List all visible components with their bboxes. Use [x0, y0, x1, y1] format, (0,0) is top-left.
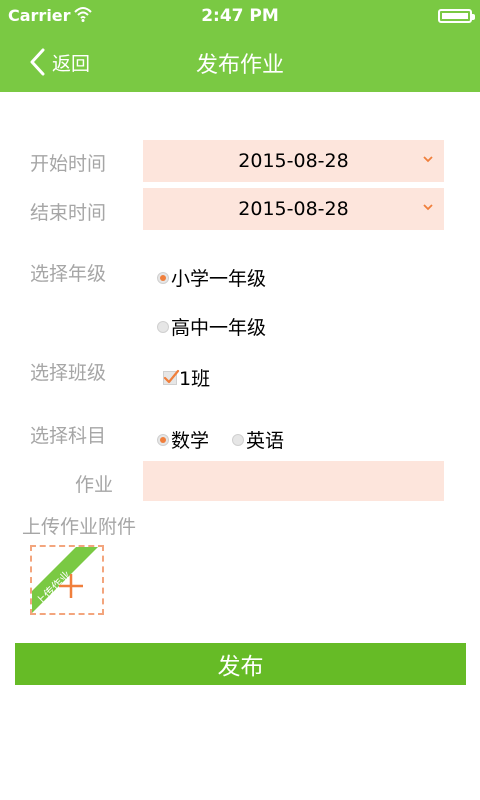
start-time-select[interactable]: 2015-08-28	[143, 140, 444, 182]
check-icon	[163, 369, 180, 383]
class-label: 选择班级	[30, 362, 107, 384]
class-option-1[interactable]: 1班	[163, 364, 210, 391]
grade-option-label: 小学一年级	[171, 268, 267, 290]
homework-input[interactable]	[143, 461, 444, 501]
status-time: 2:47 PM	[201, 6, 279, 26]
subject-label: 选择科目	[30, 425, 107, 447]
start-time-label: 开始时间	[30, 153, 107, 175]
end-time-select[interactable]: 2015-08-28	[143, 188, 444, 230]
nav-bar: 返回 发布作业	[0, 32, 480, 92]
battery-icon	[438, 9, 475, 23]
radio-unselected-icon	[157, 320, 169, 333]
chevron-down-icon	[423, 156, 433, 163]
grade-label: 选择年级	[30, 263, 107, 285]
subject-option-label: 英语	[246, 430, 285, 452]
plus-icon	[59, 574, 83, 598]
class-option-label: 1班	[179, 368, 211, 390]
end-time-label: 结束时间	[30, 202, 107, 224]
publish-button[interactable]: 发布	[15, 643, 466, 685]
page-title: 发布作业	[195, 53, 284, 78]
subject-option-english[interactable]: 英语	[232, 426, 284, 453]
grade-option-primary-1[interactable]: 小学一年级	[157, 264, 266, 291]
start-time-value: 2015-08-28	[238, 150, 349, 172]
homework-label: 作业	[75, 474, 114, 496]
header: Carrier 2:47 PM 返回 发布作业	[0, 0, 480, 92]
grade-option-label: 高中一年级	[171, 317, 267, 339]
grade-option-high-1[interactable]: 高中一年级	[157, 313, 266, 340]
status-bar: Carrier 2:47 PM	[0, 0, 480, 32]
end-time-value: 2015-08-28	[238, 198, 349, 220]
radio-selected-icon	[157, 271, 169, 284]
radio-unselected-icon	[232, 433, 244, 446]
subject-option-math[interactable]: 数学	[157, 426, 209, 453]
radio-selected-icon	[157, 433, 169, 446]
checkbox-checked-icon	[163, 369, 180, 385]
attachment-label: 上传作业附件	[22, 516, 137, 538]
subject-option-label: 数学	[171, 430, 210, 452]
upload-attachment-button[interactable]: 上传作业	[30, 545, 104, 615]
chevron-down-icon	[423, 204, 433, 211]
